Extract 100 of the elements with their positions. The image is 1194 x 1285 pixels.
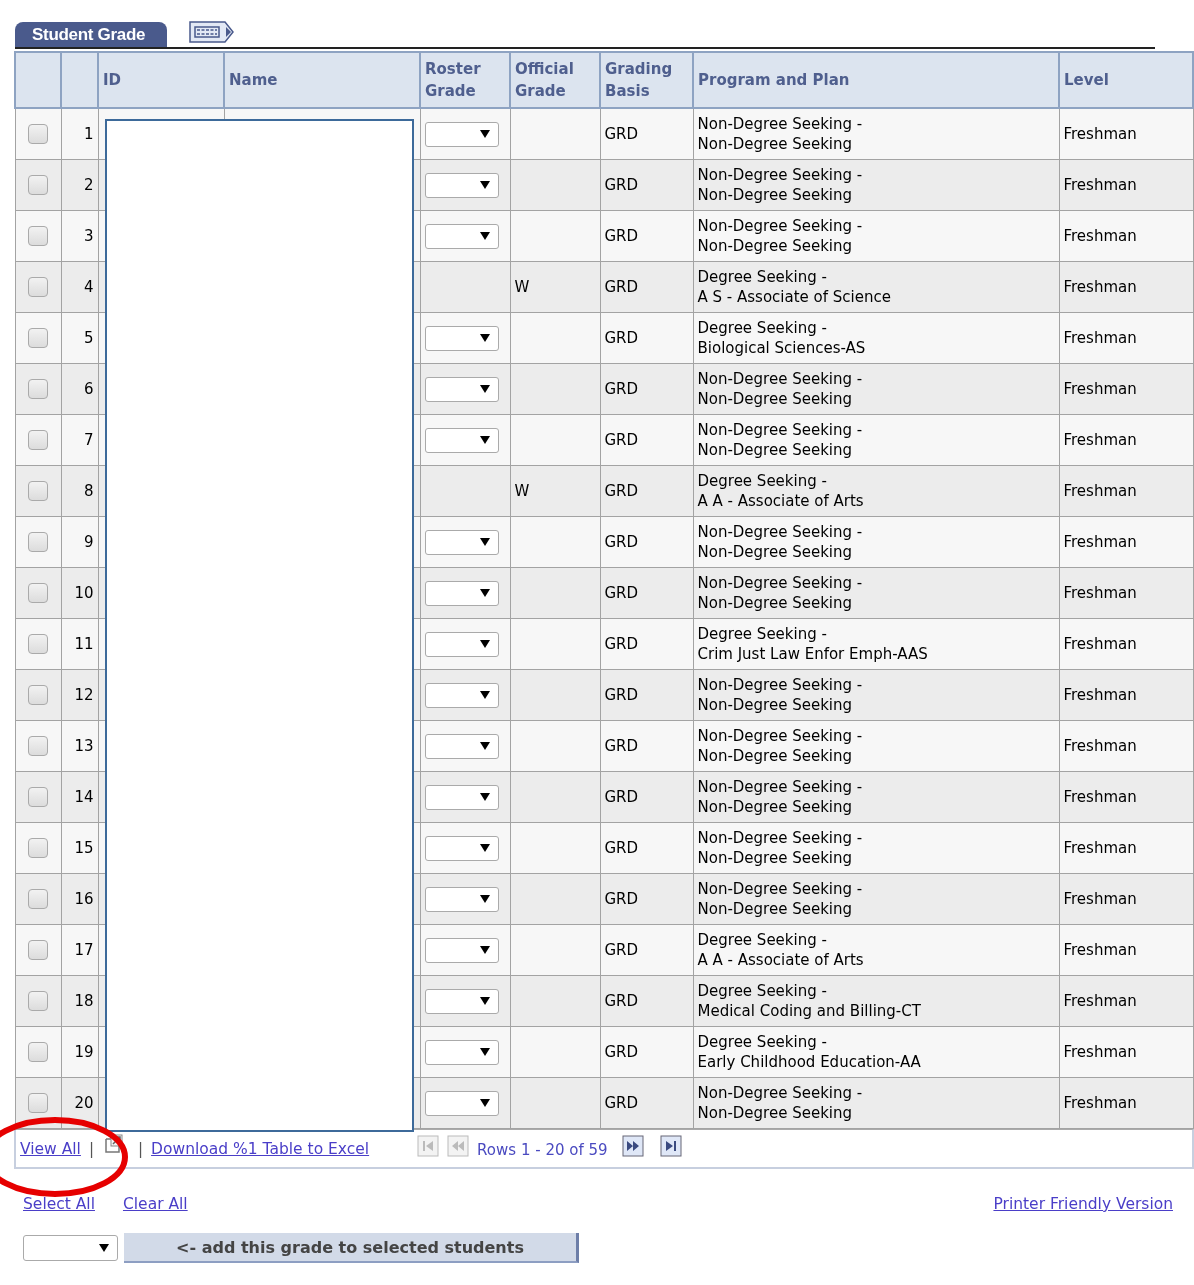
row-checkbox[interactable]: [28, 430, 48, 450]
column-header: Official Grade: [515, 59, 575, 102]
row-checkbox[interactable]: [28, 634, 48, 654]
row-checkbox[interactable]: [28, 532, 48, 552]
grade-dropdown[interactable]: [424, 121, 499, 147]
caret-icon: [479, 384, 490, 394]
row-checkbox[interactable]: [28, 1093, 48, 1113]
grade-dropdown[interactable]: [424, 1039, 499, 1065]
program-text: Non-Degree Seeking -: [697, 879, 864, 899]
grading-basis: GRD: [604, 227, 639, 245]
program-text: Degree Seeking -: [697, 471, 828, 491]
row-checkbox[interactable]: [28, 379, 48, 399]
program-text: Non-Degree Seeking -: [697, 114, 864, 134]
grading-basis: GRD: [604, 176, 639, 194]
plan-text: A S - Associate of Science: [697, 287, 892, 307]
program-text: Non-Degree Seeking -: [697, 522, 864, 542]
row-checkbox[interactable]: [28, 1042, 48, 1062]
row-number: 3: [83, 227, 94, 245]
grade-dropdown[interactable]: [424, 529, 499, 555]
row-checkbox[interactable]: [28, 226, 48, 246]
previous-page-icon[interactable]: [447, 1134, 470, 1157]
caret-icon: [479, 588, 490, 598]
grade-dropdown[interactable]: [424, 682, 499, 708]
grade-dropdown[interactable]: [23, 1235, 118, 1261]
caret-icon: [479, 792, 490, 802]
program-text: Degree Seeking -: [697, 267, 828, 287]
grade-dropdown[interactable]: [424, 376, 499, 402]
last-page-icon[interactable]: [659, 1134, 682, 1157]
plan-text: Non-Degree Seeking: [697, 848, 854, 868]
program-text: Non-Degree Seeking -: [697, 420, 864, 440]
row-number: 18: [74, 992, 94, 1010]
row-checkbox[interactable]: [28, 889, 48, 909]
level-text: Freshman: [1063, 941, 1137, 959]
caret-icon: [479, 435, 490, 445]
program-text: Non-Degree Seeking -: [697, 828, 864, 848]
grade-dropdown[interactable]: [424, 784, 499, 810]
view-all-link[interactable]: View All: [20, 1139, 81, 1158]
grade-dropdown[interactable]: [424, 835, 499, 861]
plan-text: Biological Sciences-AS: [697, 338, 867, 358]
separator: |: [88, 1139, 94, 1158]
row-number: 2: [83, 176, 94, 194]
row-checkbox[interactable]: [28, 736, 48, 756]
row-checkbox[interactable]: [28, 838, 48, 858]
caret-icon: [99, 1243, 109, 1253]
grade-dropdown[interactable]: [424, 886, 499, 912]
export-icon[interactable]: [104, 1133, 124, 1154]
row-checkbox[interactable]: [28, 277, 48, 297]
level-text: Freshman: [1063, 839, 1137, 857]
program-text: Non-Degree Seeking -: [697, 726, 864, 746]
grade-dropdown[interactable]: [424, 427, 499, 453]
caret-icon: [479, 894, 490, 904]
caret-icon: [479, 537, 490, 547]
grade-dropdown[interactable]: [424, 223, 499, 249]
select-all-link[interactable]: Select All: [23, 1195, 95, 1213]
grade-dropdown[interactable]: [424, 580, 499, 606]
row-checkbox[interactable]: [28, 328, 48, 348]
level-text: Freshman: [1063, 431, 1137, 449]
row-checkbox[interactable]: [28, 685, 48, 705]
first-page-icon[interactable]: [417, 1134, 440, 1157]
grading-basis: GRD: [604, 839, 639, 857]
row-checkbox[interactable]: [28, 991, 48, 1011]
grade-dropdown[interactable]: [424, 1090, 499, 1116]
program-text: Degree Seeking -: [697, 1032, 828, 1052]
plan-text: Early Childhood Education-AA: [697, 1052, 922, 1072]
caret-icon: [479, 1098, 490, 1108]
plan-text: A A - Associate of Arts: [697, 491, 865, 511]
plan-text: Non-Degree Seeking: [697, 185, 854, 205]
column-header: ID: [103, 70, 122, 91]
grade-dropdown[interactable]: [424, 937, 499, 963]
program-text: Non-Degree Seeking -: [697, 216, 864, 236]
plan-text: Non-Degree Seeking: [697, 797, 854, 817]
program-text: Degree Seeking -: [697, 318, 828, 338]
add-grade-button[interactable]: <- add this grade to selected students: [124, 1233, 579, 1263]
row-checkbox[interactable]: [28, 175, 48, 195]
row-checkbox[interactable]: [28, 583, 48, 603]
download-link[interactable]: Download %1 Table to Excel: [151, 1139, 370, 1158]
row-checkbox[interactable]: [28, 940, 48, 960]
plan-text: Non-Degree Seeking: [697, 542, 854, 562]
caret-icon: [479, 690, 490, 700]
grid-view-icon[interactable]: [189, 20, 236, 44]
row-number: 12: [74, 686, 94, 704]
separator: |: [138, 1139, 144, 1158]
level-text: Freshman: [1063, 227, 1137, 245]
level-text: Freshman: [1063, 1094, 1137, 1112]
grade-dropdown[interactable]: [424, 172, 499, 198]
grid-tab[interactable]: Student Grade: [15, 22, 168, 47]
grade-dropdown[interactable]: [424, 988, 499, 1014]
row-checkbox[interactable]: [28, 787, 48, 807]
row-number: 9: [83, 533, 94, 551]
row-number: 13: [74, 737, 94, 755]
grade-dropdown[interactable]: [424, 631, 499, 657]
next-page-icon[interactable]: [621, 1134, 644, 1157]
grade-dropdown[interactable]: [424, 325, 499, 351]
grade-dropdown[interactable]: [424, 733, 499, 759]
row-number: 8: [83, 482, 94, 500]
clear-all-link[interactable]: Clear All: [122, 1195, 188, 1213]
row-checkbox[interactable]: [28, 481, 48, 501]
printer-friendly-link[interactable]: Printer Friendly Version: [993, 1195, 1173, 1213]
level-text: Freshman: [1063, 686, 1137, 704]
row-checkbox[interactable]: [28, 124, 48, 144]
